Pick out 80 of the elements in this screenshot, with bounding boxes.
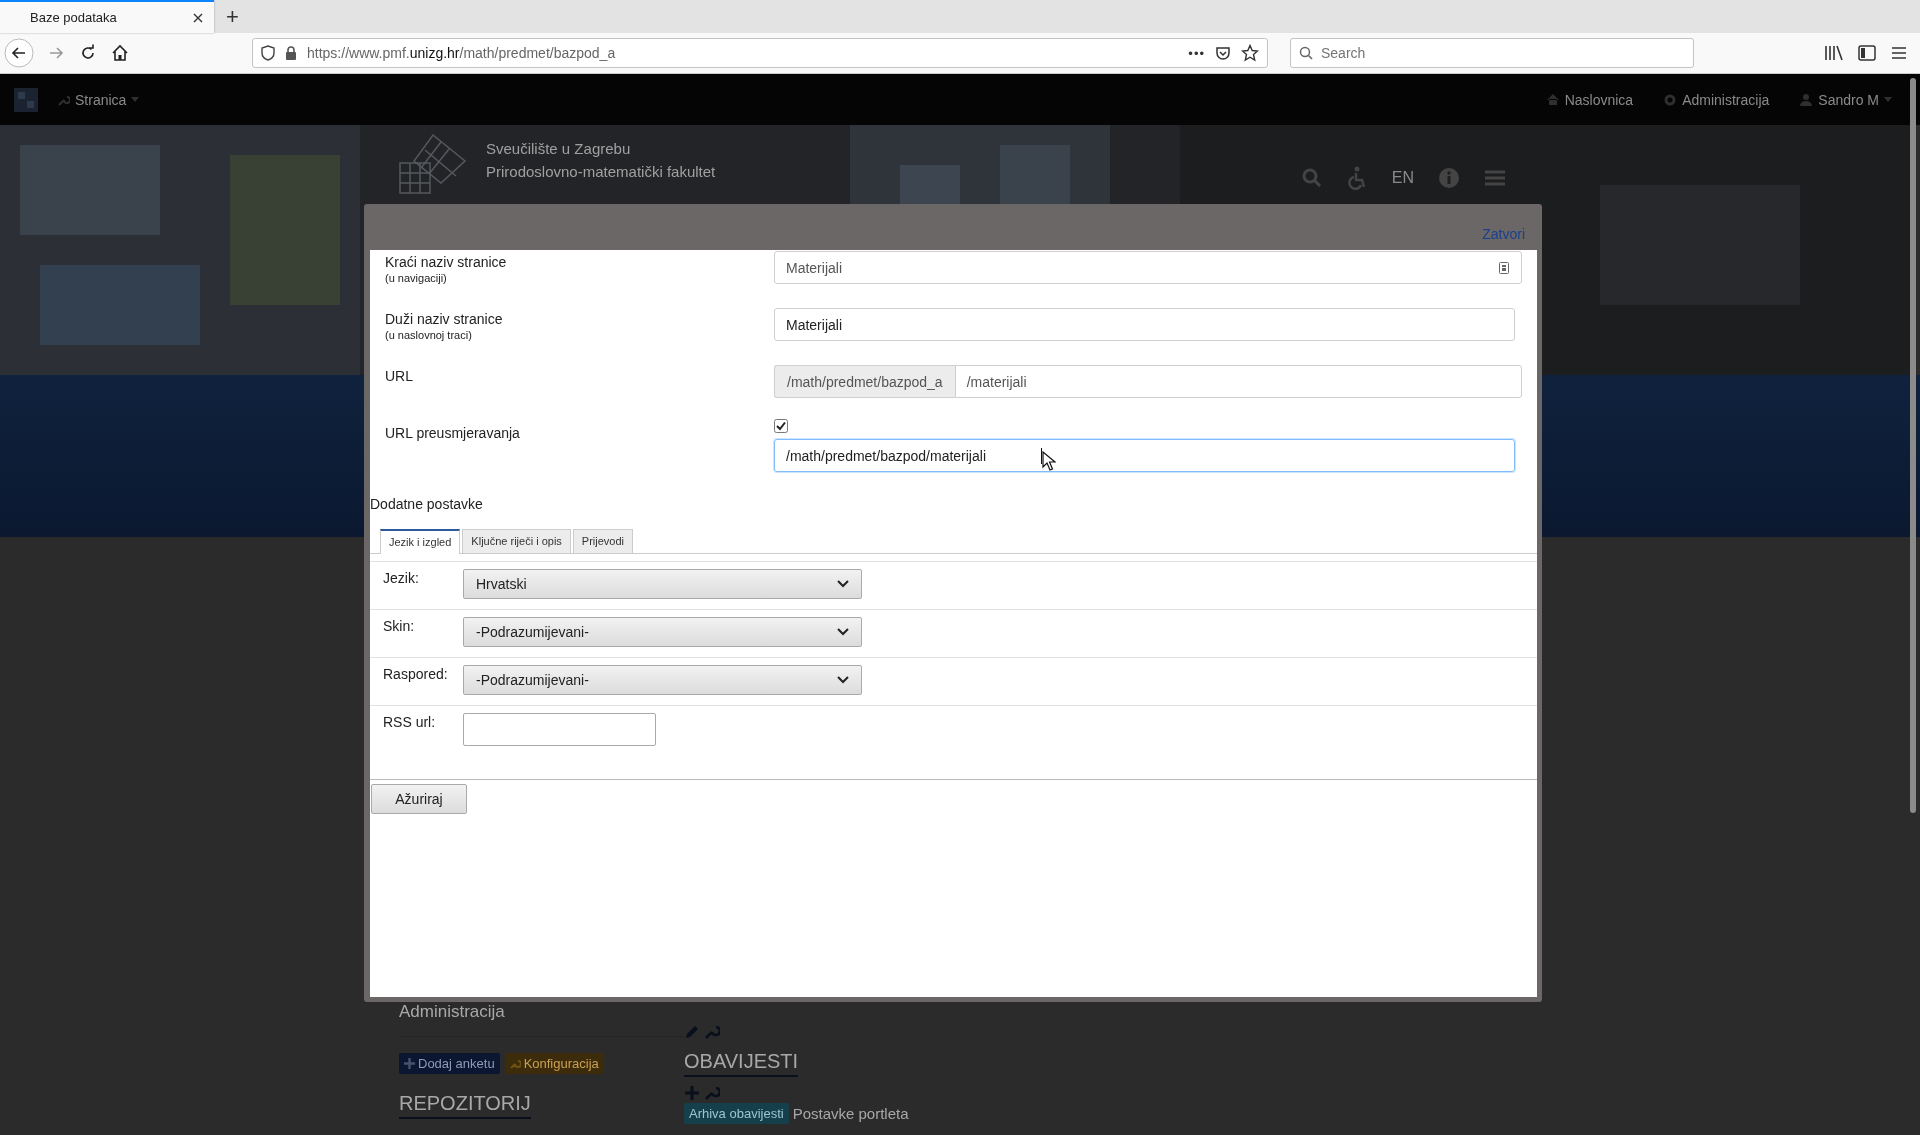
library-icon[interactable]	[1824, 44, 1844, 62]
plus-icon	[404, 1058, 415, 1069]
browser-tab[interactable]: Baze podataka	[0, 0, 214, 33]
update-button[interactable]: Ažuriraj	[371, 784, 467, 814]
faculty-logo-icon[interactable]	[398, 133, 468, 195]
section-title: Dodatne postavke	[370, 496, 484, 512]
archive-button[interactable]: Arhiva obavijesti	[684, 1103, 789, 1124]
wrench-icon	[509, 1058, 521, 1069]
dropdown[interactable]: Hrvatski	[463, 569, 862, 599]
university-name: Sveučilište u Zagrebu	[486, 139, 632, 159]
field-label: Jezik:	[383, 569, 420, 586]
search-field[interactable]: Search	[1290, 38, 1694, 68]
field-label: Raspored:	[383, 665, 449, 682]
user-icon	[1799, 92, 1814, 107]
wrench-icon[interactable]	[704, 1085, 720, 1101]
search-icon	[1299, 46, 1313, 60]
lock-icon	[285, 46, 297, 60]
checkbox[interactable]	[774, 419, 788, 433]
home-icon[interactable]	[110, 43, 130, 63]
configuration-button[interactable]: Konfiguracija	[504, 1053, 604, 1074]
pencil-icon[interactable]	[684, 1024, 700, 1040]
field-hint: (u naslovnoj traci)	[385, 329, 473, 341]
dropdown[interactable]: -Podrazumijevani-	[463, 617, 862, 647]
sidebar-icon[interactable]	[1858, 45, 1876, 61]
faculty-name: Prirodoslovno-matematički fakultet	[486, 162, 716, 182]
chevron-down-icon	[837, 580, 849, 588]
tab-title: Baze podataka	[30, 10, 118, 25]
pocket-icon[interactable]	[1215, 45, 1231, 61]
search-icon[interactable]	[1301, 168, 1322, 188]
close-icon[interactable]	[192, 11, 204, 24]
section-heading: REPOZITORIJ	[399, 1092, 531, 1119]
add-survey-button[interactable]: Dodaj anketu	[399, 1053, 500, 1074]
caret-icon	[131, 97, 140, 102]
wrench-icon	[58, 93, 70, 106]
chevron-down-icon	[837, 628, 849, 636]
shield-icon	[261, 45, 275, 61]
field-label: URL	[385, 368, 414, 384]
scrollbar-thumb[interactable]	[1910, 78, 1916, 813]
tab[interactable]: Jezik i izgled	[380, 529, 461, 554]
section-heading: OBAVIJESTI	[684, 1050, 799, 1077]
text-field[interactable]	[463, 713, 656, 746]
accessibility-icon[interactable]	[1345, 166, 1368, 190]
text-field[interactable]: /materijali	[954, 365, 1522, 398]
home-icon	[1545, 92, 1560, 107]
field-label: Kraći naziv stranice	[385, 254, 508, 270]
mouse-pointer-icon	[1042, 451, 1056, 471]
back-icon[interactable]	[4, 38, 34, 68]
field-label: URL preusmjeravanja	[385, 425, 521, 441]
field-label: Skin:	[383, 617, 416, 634]
text-field[interactable]: Materijali	[774, 308, 1515, 341]
star-icon[interactable]	[1241, 44, 1259, 62]
language-link[interactable]: EN	[1391, 169, 1414, 187]
caret-icon	[1884, 97, 1892, 102]
nav-link[interactable]: Administracija	[1663, 91, 1770, 108]
menu-icon[interactable]	[1890, 45, 1908, 61]
field-label: Duži naziv stranice	[385, 311, 504, 327]
nav-link[interactable]: Naslovnica	[1545, 91, 1634, 108]
portlet-settings-link[interactable]: Postavke portleta	[792, 1105, 909, 1122]
tab[interactable]: Prijevodi	[572, 529, 634, 553]
field-label: RSS url:	[383, 713, 437, 730]
tab[interactable]: Ključne riječi i opis	[462, 529, 571, 553]
logo-icon[interactable]	[14, 87, 38, 112]
page-actions-button[interactable]: •••	[1188, 45, 1205, 61]
chevron-down-icon	[837, 676, 849, 684]
plus-icon[interactable]	[684, 1085, 700, 1101]
dropdown[interactable]: -Podrazumijevani-	[463, 665, 862, 695]
info-icon[interactable]	[1438, 167, 1460, 189]
address-bar[interactable]: https://www.pmf.unizg.hr/math/predmet/bazpod_a •••	[252, 38, 1268, 68]
new-tab-button[interactable]: +	[214, 0, 251, 33]
text-field[interactable]: Materijali	[774, 251, 1522, 284]
text-field[interactable]: /math/predmet/bazpod/materijali	[774, 439, 1515, 472]
autofill-icon[interactable]	[1499, 261, 1509, 274]
field-hint: (u navigaciji)	[385, 272, 448, 284]
url-prefix: /math/predmet/bazpod_a	[774, 365, 955, 398]
url-text: https://www.pmf.unizg.hr/math/predmet/bazpod_a	[307, 45, 616, 61]
page-menu-button[interactable]: Stranica	[58, 91, 140, 108]
nav-link[interactable]: Sandro M	[1799, 91, 1892, 108]
wrench-icon[interactable]	[704, 1024, 720, 1040]
portlet-title: Administracija	[399, 1002, 506, 1022]
gear-icon	[1663, 92, 1678, 107]
